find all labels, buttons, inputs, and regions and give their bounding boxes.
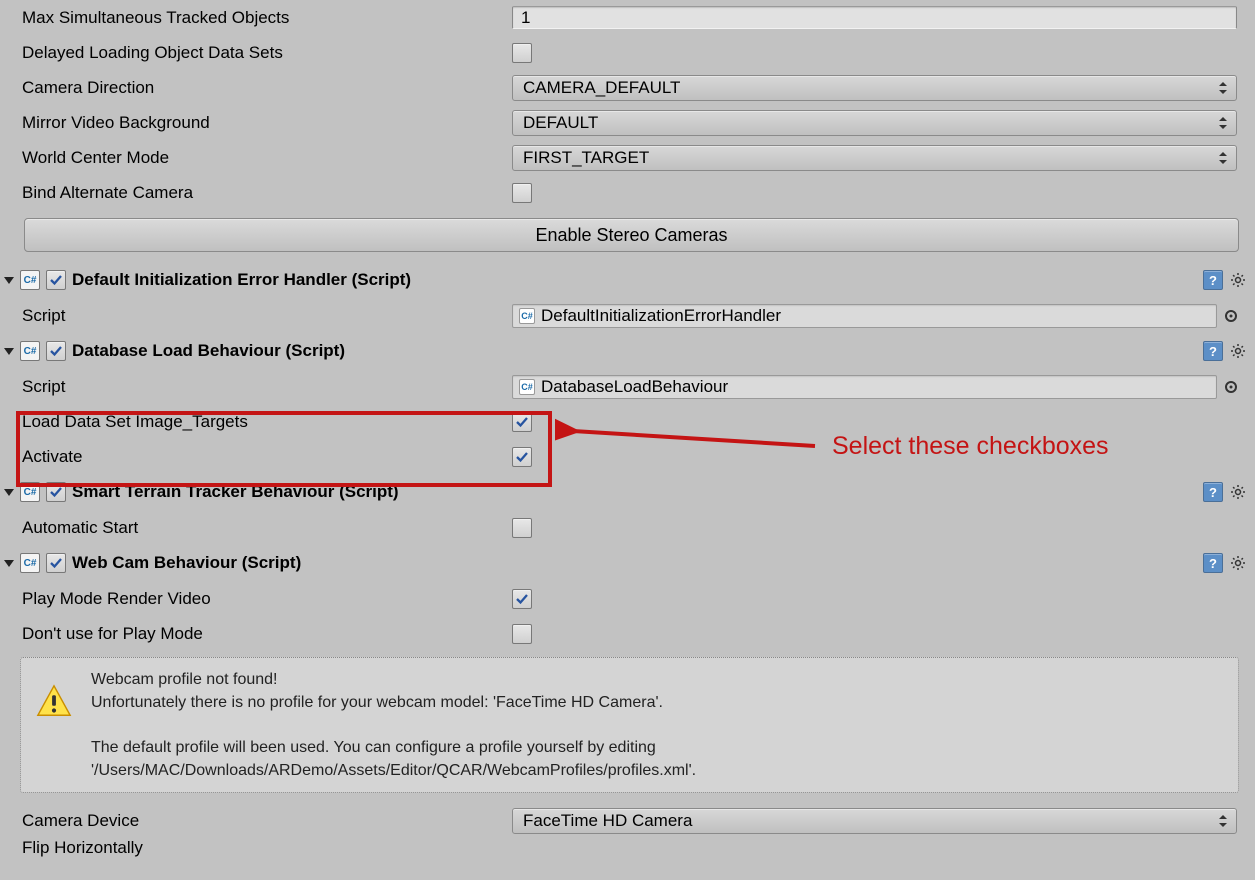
world-center-dropdown[interactable]: FIRST_TARGET	[512, 145, 1237, 171]
play-mode-render-label: Play Mode Render Video	[4, 589, 512, 609]
dropdown-arrows-icon	[1219, 82, 1227, 94]
script-label: Script	[4, 377, 512, 397]
csharp-small-icon: C#	[519, 379, 535, 395]
object-picker-icon[interactable]	[1225, 381, 1237, 393]
camera-direction-value: CAMERA_DEFAULT	[523, 78, 680, 98]
error-handler-title: Default Initialization Error Handler (Sc…	[72, 270, 1203, 290]
enable-stereo-button[interactable]: Enable Stereo Cameras	[24, 218, 1239, 252]
flip-horizontally-label: Flip Horizontally	[4, 838, 512, 858]
component-enable-checkbox[interactable]	[46, 553, 66, 573]
foldout-icon[interactable]	[4, 277, 14, 284]
warning-line: '/Users/MAC/Downloads/ARDemo/Assets/Edit…	[91, 759, 696, 782]
script-value-text: DefaultInitializationErrorHandler	[541, 306, 781, 326]
gear-icon[interactable]	[1229, 271, 1247, 289]
world-center-value: FIRST_TARGET	[523, 148, 649, 168]
world-center-label: World Center Mode	[4, 148, 512, 168]
dont-use-playmode-label: Don't use for Play Mode	[4, 624, 512, 644]
delayed-loading-label: Delayed Loading Object Data Sets	[4, 43, 512, 63]
csharp-icon: C#	[20, 482, 40, 502]
script-field[interactable]: C# DefaultInitializationErrorHandler	[512, 304, 1217, 328]
bind-alternate-checkbox[interactable]	[512, 183, 532, 203]
foldout-icon[interactable]	[4, 489, 14, 496]
camera-direction-label: Camera Direction	[4, 78, 512, 98]
play-mode-render-checkbox[interactable]	[512, 589, 532, 609]
warning-box: Webcam profile not found! Unfortunately …	[20, 657, 1239, 793]
warning-icon	[35, 682, 73, 720]
csharp-icon: C#	[20, 553, 40, 573]
warning-line: Unfortunately there is no profile for yo…	[91, 691, 696, 714]
gear-icon[interactable]	[1229, 483, 1247, 501]
component-enable-checkbox[interactable]	[46, 341, 66, 361]
camera-device-label: Camera Device	[4, 811, 512, 831]
database-load-title: Database Load Behaviour (Script)	[72, 341, 1203, 361]
foldout-icon[interactable]	[4, 560, 14, 567]
webcam-title: Web Cam Behaviour (Script)	[72, 553, 1203, 573]
csharp-icon: C#	[20, 341, 40, 361]
activate-label: Activate	[4, 447, 512, 467]
warning-line: Webcam profile not found!	[91, 668, 696, 691]
max-tracked-input[interactable]	[512, 6, 1237, 29]
help-icon[interactable]: ?	[1203, 553, 1223, 573]
camera-device-value: FaceTime HD Camera	[523, 811, 692, 831]
gear-icon[interactable]	[1229, 554, 1247, 572]
component-enable-checkbox[interactable]	[46, 482, 66, 502]
camera-direction-dropdown[interactable]: CAMERA_DEFAULT	[512, 75, 1237, 101]
bind-alternate-label: Bind Alternate Camera	[4, 183, 512, 203]
dropdown-arrows-icon	[1219, 152, 1227, 164]
script-value-text: DatabaseLoadBehaviour	[541, 377, 728, 397]
script-field[interactable]: C# DatabaseLoadBehaviour	[512, 375, 1217, 399]
max-tracked-label: Max Simultaneous Tracked Objects	[4, 8, 512, 28]
csharp-small-icon: C#	[519, 308, 535, 324]
mirror-video-dropdown[interactable]: DEFAULT	[512, 110, 1237, 136]
automatic-start-checkbox[interactable]	[512, 518, 532, 538]
help-icon[interactable]: ?	[1203, 482, 1223, 502]
delayed-loading-checkbox[interactable]	[512, 43, 532, 63]
mirror-video-label: Mirror Video Background	[4, 113, 512, 133]
foldout-icon[interactable]	[4, 348, 14, 355]
load-dataset-label: Load Data Set Image_Targets	[4, 412, 512, 432]
automatic-start-label: Automatic Start	[4, 518, 512, 538]
activate-checkbox[interactable]	[512, 447, 532, 467]
help-icon[interactable]: ?	[1203, 341, 1223, 361]
help-icon[interactable]: ?	[1203, 270, 1223, 290]
dont-use-playmode-checkbox[interactable]	[512, 624, 532, 644]
dropdown-arrows-icon	[1219, 815, 1227, 827]
mirror-video-value: DEFAULT	[523, 113, 598, 133]
load-dataset-checkbox[interactable]	[512, 412, 532, 432]
csharp-icon: C#	[20, 270, 40, 290]
script-label: Script	[4, 306, 512, 326]
warning-line: The default profile will been used. You …	[91, 736, 696, 759]
smart-terrain-title: Smart Terrain Tracker Behaviour (Script)	[72, 482, 1203, 502]
object-picker-icon[interactable]	[1225, 310, 1237, 322]
component-enable-checkbox[interactable]	[46, 270, 66, 290]
camera-device-dropdown[interactable]: FaceTime HD Camera	[512, 808, 1237, 834]
gear-icon[interactable]	[1229, 342, 1247, 360]
dropdown-arrows-icon	[1219, 117, 1227, 129]
